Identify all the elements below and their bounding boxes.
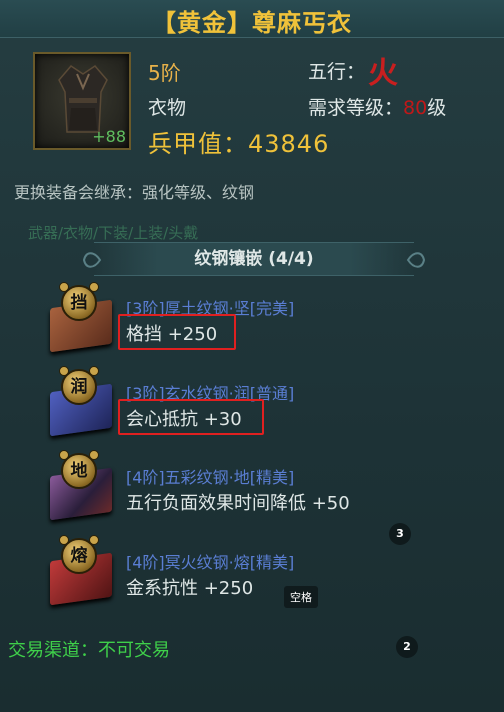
required-level: 需求等级：80级 — [308, 93, 446, 120]
item-slot: 衣物 — [148, 97, 187, 119]
equipment-tabs-faded: 武器/衣物/下装/上装/头戴 — [28, 224, 199, 242]
ornament-left-icon — [82, 252, 102, 268]
highlight-box-1 — [118, 314, 236, 350]
gem-badge-2: 润 — [61, 369, 97, 405]
gem-stat-3: 五行负面效果时间降低 +50 — [126, 493, 350, 514]
gem-badge-4: 熔 — [61, 538, 97, 574]
gem-slot-1[interactable]: 挡 — [46, 282, 114, 353]
item-title: 【黄金】尊麻丐衣 — [152, 9, 352, 37]
required-level-label: 需求等级： — [308, 97, 404, 119]
gem-badge-1: 挡 — [61, 285, 97, 321]
fire-element-icon: 火 — [368, 56, 398, 91]
gem-badge-3: 地 — [61, 453, 97, 489]
item-icon-robe[interactable]: +88 — [33, 52, 131, 150]
overlay-badge-3[interactable]: 3 — [389, 523, 411, 545]
armor-label: 兵甲值： — [148, 130, 248, 158]
gem-slot-2[interactable]: 润 — [46, 366, 114, 437]
element-label: 五行： — [308, 61, 366, 83]
inlay-section-title: 纹钢镶嵌 (4/4) — [194, 249, 314, 269]
required-level-value: 80 — [403, 97, 428, 119]
inherit-note: 更换装备会继承：强化等级、纹钢 — [14, 183, 255, 202]
armor-number: 43846 — [248, 130, 330, 158]
trade-channel-note: 交易渠道：不可交易 — [8, 640, 170, 661]
gem-name-3: [4阶]五彩纹钢·地[精美] — [126, 468, 295, 487]
armor-value: 兵甲值：43846 — [148, 124, 329, 159]
inlay-section-header: 纹钢镶嵌 (4/4) — [82, 242, 426, 276]
gem-stat-4: 金系抗性 +250 — [126, 578, 254, 599]
gem-name-4: [4阶]冥火纹钢·熔[精美] — [126, 553, 295, 572]
gem-slot-4[interactable]: 熔 — [46, 535, 114, 606]
overlay-badge-2[interactable]: 2 — [396, 636, 418, 658]
item-title-bar: 【黄金】尊麻丐衣 — [0, 0, 504, 38]
highlight-box-2 — [118, 399, 264, 435]
robe-icon — [58, 65, 108, 133]
gem-slot-3[interactable]: 地 — [46, 450, 114, 521]
space-key-tag[interactable]: 空格 — [284, 586, 318, 608]
ornament-right-icon — [406, 252, 426, 268]
required-level-suffix: 级 — [427, 97, 447, 119]
enhance-level: +88 — [92, 127, 126, 146]
item-grade: 5阶 — [148, 61, 181, 85]
